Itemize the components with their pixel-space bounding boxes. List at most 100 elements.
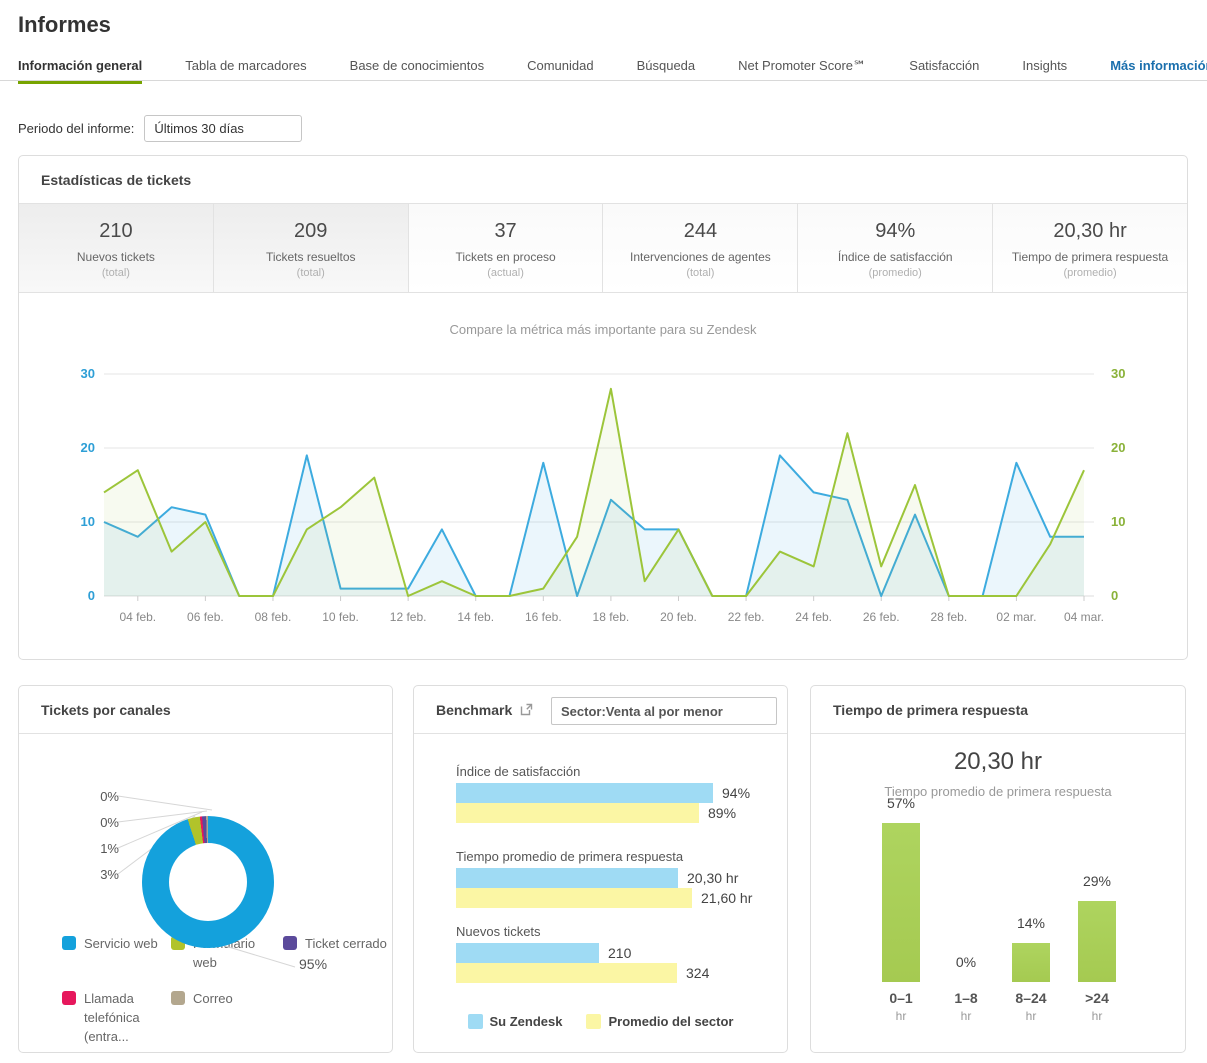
tab-6[interactable]: Satisfacción: [909, 58, 979, 84]
tab-3[interactable]: Comunidad: [527, 58, 594, 84]
donut-callout-2: 1%: [79, 841, 119, 856]
svg-text:10 feb.: 10 feb.: [322, 610, 359, 624]
first-response-subtitle: Tiempo promedio de primera respuesta: [811, 784, 1185, 799]
tab-1[interactable]: Tabla de marcadores: [185, 58, 306, 84]
stat-label: Tickets en proceso: [409, 250, 603, 264]
svg-text:08 feb.: 08 feb.: [255, 610, 292, 624]
svg-text:18 feb.: 18 feb.: [593, 610, 630, 624]
first-response-headline: 20,30 hr: [811, 748, 1185, 776]
stat-label: Tickets resueltos: [214, 250, 408, 264]
svg-text:20: 20: [1111, 440, 1125, 455]
response-category-2: 8–24: [1001, 990, 1061, 1006]
svg-text:12 feb.: 12 feb.: [390, 610, 427, 624]
svg-text:20: 20: [81, 440, 95, 455]
legend-swatch: [62, 991, 76, 1005]
stat-cell-1[interactable]: 209Tickets resueltos(total): [214, 204, 409, 292]
benchmark-legend-item-0: Su Zendesk: [468, 1014, 563, 1029]
stat-label: Intervenciones de agentes: [603, 250, 797, 264]
trend-chart-title: Compare la métrica más importante para s…: [19, 322, 1187, 337]
benchmark-zendesk-bar-0: [456, 783, 713, 803]
legend-label: Correo: [193, 990, 273, 1009]
stat-value: 244: [603, 220, 797, 243]
tickets-by-channel-header: Tickets por canales: [19, 686, 392, 734]
benchmark-panel: Benchmark Sector:Venta al por menor Índi…: [413, 685, 788, 1053]
benchmark-group-title-1: Tiempo promedio de primera respuesta: [456, 849, 683, 864]
stat-sub: (promedio): [993, 267, 1187, 279]
response-bar-value-3: 29%: [1075, 873, 1119, 889]
response-category-unit-0: hr: [871, 1009, 931, 1023]
legend-swatch: [171, 991, 185, 1005]
stat-cell-0[interactable]: 210Nuevos tickets(total): [19, 204, 214, 292]
response-category-unit-3: hr: [1067, 1009, 1127, 1023]
stat-cell-5[interactable]: 20,30 hr Tiempo de primera respuesta (prom…: [993, 204, 1187, 292]
response-category-unit-1: hr: [936, 1009, 996, 1023]
donut-legend-item-4: Correo: [171, 990, 273, 1009]
ticket-stats-title: Estadísticas de tickets: [41, 172, 191, 188]
svg-text:10: 10: [81, 514, 95, 529]
external-link-icon[interactable]: [520, 703, 533, 716]
donut-legend-item-0: Servicio web: [62, 935, 176, 954]
response-category-1: 1–8: [936, 990, 996, 1006]
tab-4[interactable]: Búsqueda: [637, 58, 696, 84]
donut-primary-percent: 95%: [299, 956, 327, 972]
stat-value: 20,30 hr: [993, 220, 1187, 243]
donut-hole: [169, 843, 247, 921]
benchmark-zendesk-value-2: 210: [608, 945, 631, 961]
legend-swatch: [468, 1014, 483, 1029]
donut-callout-0: 0%: [79, 789, 119, 804]
stat-cell-2[interactable]: 37Tickets en proceso(actual): [409, 204, 604, 292]
tab-0[interactable]: Información general: [18, 58, 142, 84]
legend-swatch: [62, 936, 76, 950]
svg-text:10: 10: [1111, 514, 1125, 529]
benchmark-legend: Su Zendesk Promedio del sector: [414, 1014, 787, 1029]
report-period-label: Periodo del informe:: [18, 121, 134, 136]
stat-sub: (total): [214, 267, 408, 279]
svg-text:22 feb.: 22 feb.: [728, 610, 765, 624]
stat-label: Índice de satisfacción: [798, 250, 992, 264]
response-category-0: 0–1: [871, 990, 931, 1006]
benchmark-sector-bar-2: [456, 963, 677, 983]
response-bar-0: [882, 823, 920, 982]
report-period-select[interactable]: Últimos 30 días: [144, 115, 302, 142]
response-bar-value-0: 57%: [879, 795, 923, 811]
svg-text:30: 30: [1111, 366, 1125, 381]
benchmark-zendesk-bar-1: [456, 868, 678, 888]
benchmark-sector-value-2: 324: [686, 965, 709, 981]
stat-label: Tiempo de primera respuesta: [993, 250, 1187, 264]
svg-text:28 feb.: 28 feb.: [930, 610, 967, 624]
legend-label: Promedio del sector: [608, 1014, 733, 1029]
benchmark-sector-bar-0: [456, 803, 699, 823]
tab-7[interactable]: Insights: [1022, 58, 1067, 84]
response-bar-value-2: 14%: [1009, 915, 1053, 931]
tab-5[interactable]: Net Promoter Score℠: [738, 58, 866, 84]
stat-value: 210: [19, 220, 213, 243]
svg-text:04 feb.: 04 feb.: [119, 610, 156, 624]
stat-sub: (promedio): [798, 267, 992, 279]
benchmark-zendesk-value-1: 20,30 hr: [687, 870, 738, 886]
sector-filter-select[interactable]: Sector:Venta al por menor: [551, 697, 777, 725]
tab-2[interactable]: Base de conocimientos: [350, 58, 484, 84]
benchmark-zendesk-value-0: 94%: [722, 785, 750, 801]
stats-row: 210Nuevos tickets(total)209Tickets resue…: [19, 204, 1187, 293]
svg-text:30: 30: [81, 366, 95, 381]
donut-legend-item-2: Ticket cerrado: [283, 935, 405, 954]
response-bar-3: [1078, 901, 1116, 982]
donut-callout-3: 3%: [79, 867, 119, 882]
svg-text:0: 0: [88, 588, 95, 603]
benchmark-group-title-0: Índice de satisfacción: [456, 764, 580, 779]
page-title: Informes: [18, 12, 111, 38]
legend-label: Llamada telefónica (entra...: [84, 990, 168, 1047]
tickets-by-channel-panel: Tickets por canales 0%0%1%3% Servicio we…: [18, 685, 393, 1053]
stat-cell-3[interactable]: 244Intervenciones de agentes(total): [603, 204, 798, 292]
legend-label: Su Zendesk: [490, 1014, 563, 1029]
svg-text:26 feb.: 26 feb.: [863, 610, 900, 624]
benchmark-sector-value-1: 21,60 hr: [701, 890, 752, 906]
stat-cell-4[interactable]: 94%Índice de satisfacción(promedio): [798, 204, 993, 292]
benchmark-sector-bar-1: [456, 888, 692, 908]
svg-text:0: 0: [1111, 588, 1118, 603]
first-response-panel: Tiempo de primera respuesta 20,30 hr Tie…: [810, 685, 1186, 1053]
svg-text:24 feb.: 24 feb.: [795, 610, 832, 624]
benchmark-zendesk-bar-2: [456, 943, 599, 963]
tab-8[interactable]: Más información: [1110, 58, 1207, 84]
first-response-title: Tiempo de primera respuesta: [833, 702, 1028, 718]
